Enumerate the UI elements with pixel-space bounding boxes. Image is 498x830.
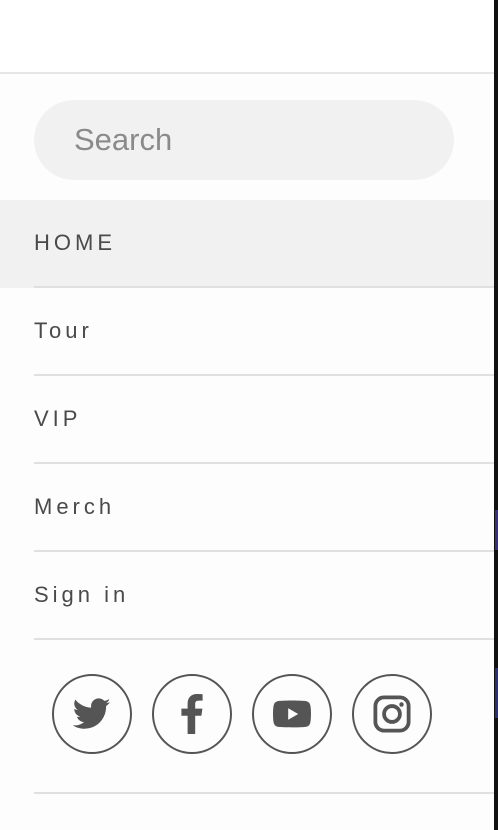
facebook-link[interactable] bbox=[152, 674, 232, 754]
facebook-icon bbox=[181, 694, 203, 734]
drawer-header bbox=[0, 0, 494, 72]
twitter-link[interactable] bbox=[52, 674, 132, 754]
instagram-link[interactable] bbox=[352, 674, 432, 754]
nav-item-label: HOME bbox=[34, 230, 116, 255]
page-edge-behind-drawer bbox=[494, 0, 498, 830]
nav-item-label: Tour bbox=[34, 318, 93, 343]
twitter-icon bbox=[73, 698, 111, 729]
search-box[interactable] bbox=[34, 100, 454, 180]
search-input[interactable] bbox=[74, 100, 434, 180]
header-divider bbox=[0, 72, 494, 74]
nav-divider bbox=[34, 638, 494, 640]
nav-item-label: Merch bbox=[34, 494, 116, 519]
footer-divider bbox=[34, 792, 494, 794]
social-links bbox=[52, 674, 452, 754]
instagram-icon bbox=[373, 695, 411, 733]
side-menu-drawer: HOME Tour VIP Merch Sign in bbox=[0, 0, 494, 830]
youtube-link[interactable] bbox=[252, 674, 332, 754]
nav-item-label: VIP bbox=[34, 406, 82, 431]
main-nav: HOME Tour VIP Merch Sign in bbox=[0, 200, 494, 640]
nav-item-tour[interactable]: Tour bbox=[0, 288, 494, 376]
nav-item-sign-in[interactable]: Sign in bbox=[0, 552, 494, 640]
nav-item-home[interactable]: HOME bbox=[0, 200, 494, 288]
nav-item-label: Sign in bbox=[34, 582, 130, 607]
nav-item-merch[interactable]: Merch bbox=[0, 464, 494, 552]
nav-item-vip[interactable]: VIP bbox=[0, 376, 494, 464]
youtube-icon bbox=[273, 700, 311, 728]
